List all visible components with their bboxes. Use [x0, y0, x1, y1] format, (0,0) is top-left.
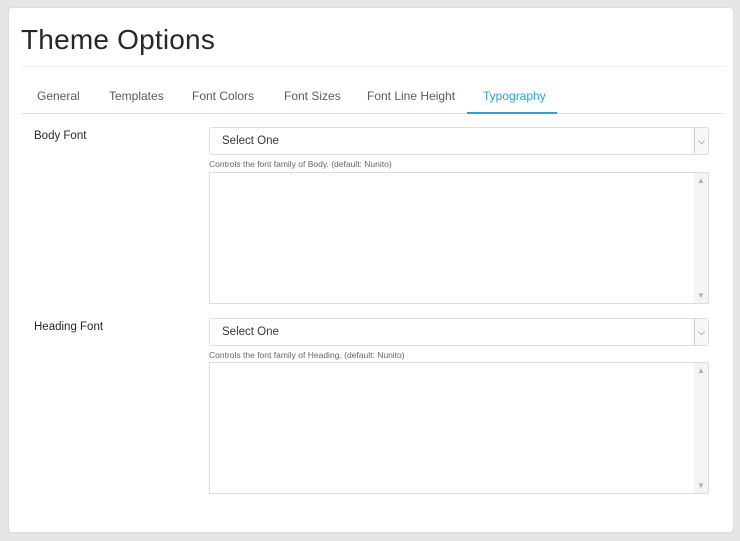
heading-font-label: Heading Font	[34, 321, 104, 333]
chevron-down-icon[interactable]: ⌵	[694, 128, 708, 154]
tab-general[interactable]: General	[37, 89, 80, 103]
tab-typography[interactable]: Typography	[483, 89, 546, 103]
scroll-up-arrow-icon[interactable]: ▲	[694, 176, 708, 185]
scroll-down-arrow-icon[interactable]: ▼	[694, 481, 708, 490]
scroll-up-arrow-icon[interactable]: ▲	[694, 366, 708, 375]
body-font-label: Body Font	[34, 130, 87, 142]
active-tab-indicator	[467, 112, 557, 114]
tab-font-sizes[interactable]: Font Sizes	[284, 89, 341, 103]
tab-font-colors[interactable]: Font Colors	[192, 89, 254, 103]
heading-font-select-value: Select One	[222, 326, 279, 338]
heading-font-select[interactable]: Select One ⌵	[209, 318, 709, 346]
chevron-down-icon[interactable]: ⌵	[694, 319, 708, 345]
theme-options-panel: Theme Options General Templates Font Col…	[8, 7, 734, 533]
tab-bar: General Templates Font Colors Font Sizes…	[21, 84, 725, 114]
body-font-options-list[interactable]: ▲ ▼	[209, 172, 709, 304]
heading-font-help: Controls the font family of Heading. (de…	[209, 350, 405, 360]
body-font-select-value: Select One	[222, 135, 279, 147]
body-font-help: Controls the font family of Body. (defau…	[209, 159, 392, 169]
page-title: Theme Options	[21, 24, 216, 55]
body-font-select[interactable]: Select One ⌵	[209, 127, 709, 155]
tab-font-line-height[interactable]: Font Line Height	[367, 89, 455, 103]
heading-font-scrollbar[interactable]: ▲ ▼	[694, 363, 708, 493]
tab-templates[interactable]: Templates	[109, 89, 164, 103]
body-font-scrollbar[interactable]: ▲ ▼	[694, 173, 708, 303]
scroll-down-arrow-icon[interactable]: ▼	[694, 291, 708, 300]
heading-font-options-list[interactable]: ▲ ▼	[209, 362, 709, 494]
title-divider	[21, 66, 725, 67]
